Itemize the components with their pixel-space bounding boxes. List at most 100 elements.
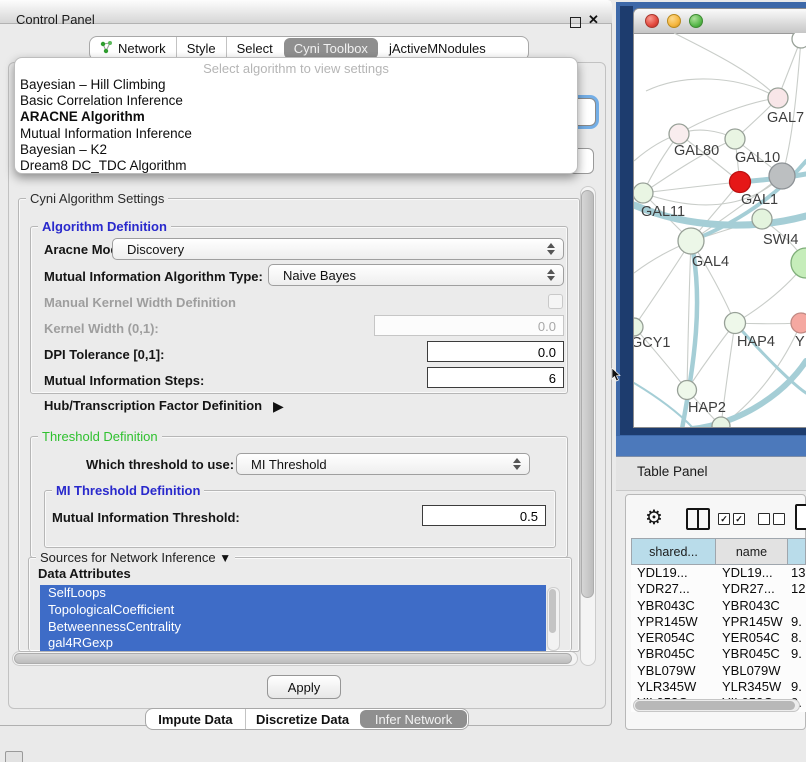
algorithm-option[interactable]: Basic Correlation Inference [15,93,577,109]
dpi-tolerance-field[interactable]: 0.0 [427,341,564,362]
mi-algorithm-type-combobox[interactable]: Naive Bayes [268,264,564,286]
collapsed-panel-button[interactable] [5,751,23,762]
tab-style-label: Style [187,41,216,56]
algorithm-option[interactable]: Dream8 DC_TDC Algorithm [15,158,577,174]
network-node[interactable] [634,318,643,336]
mi-algorithm-type-value: Naive Bayes [269,268,543,283]
table-cell: YBR043C [715,598,787,614]
attribute-list-item[interactable]: TopologicalCoefficient [40,602,546,619]
table-row[interactable]: YDL19...YDL19...13 [631,565,806,581]
network-node[interactable] [752,209,772,229]
attributes-scrollbar[interactable] [547,587,560,651]
attribute-list-item[interactable]: SelfLoops [40,585,546,602]
checked-checkbox-icon[interactable]: ✓ [718,513,730,525]
expand-caret-right-icon[interactable]: ▶ [273,398,284,415]
algorithm-option[interactable]: Bayesian – K2 [15,142,577,158]
mi-threshold-field[interactable]: 0.5 [422,505,546,526]
table-settings-gear-icon[interactable]: ⚙ [645,505,663,530]
table-row[interactable]: YBL079WYBL079W [631,663,806,679]
table-row[interactable]: YBR043CYBR043C [631,598,806,614]
unchecked-checkbox-icon[interactable] [773,513,785,525]
tab-cyni-toolbox[interactable]: Cyni Toolbox [284,38,378,59]
node-label: GAL11 [641,204,685,220]
unchecked-checkbox-icon[interactable] [758,513,770,525]
stepper-arrows-icon [543,269,559,281]
algorithm-option[interactable]: Mutual Information Inference [15,126,577,142]
attributes-scrollbar-thumb[interactable] [549,589,556,633]
table-cell [787,663,806,679]
tab-impute-data[interactable]: Impute Data [146,709,245,729]
algorithm-dropdown-popup: Select algorithm to view settings Bayesi… [14,57,578,174]
network-node[interactable] [725,313,746,334]
settings-vertical-scrollbar-thumb[interactable] [581,190,594,598]
mi-algorithm-type-label: Mutual Information Algorithm Type: [44,269,263,284]
apply-button[interactable]: Apply [267,675,341,699]
cyni-algorithm-settings-title: Cyni Algorithm Settings [26,191,168,206]
network-node[interactable] [730,172,751,193]
network-node[interactable] [634,183,653,203]
node-label: HAP4 [737,334,775,350]
tab-select-label: Select [237,41,273,56]
which-threshold-combobox[interactable]: MI Threshold [236,453,530,475]
collapse-caret-down-icon[interactable]: ▼ [219,551,231,565]
network-node[interactable] [791,248,806,278]
sources-title-text: Sources for Network Inference [40,550,216,565]
tab-infer-network-label: Infer Network [375,712,452,727]
screen: Control Panel ✕ Network Style Select Cyn… [0,0,806,762]
split-columns-icon[interactable] [686,508,710,530]
table-row[interactable]: YDR27...YDR27...12 [631,581,806,597]
network-node[interactable] [678,381,697,400]
kernel-width-field[interactable]: 0.0 [374,315,564,336]
tab-infer-network[interactable]: Infer Network [360,710,467,728]
attribute-list-item[interactable]: BetweennessCentrality [40,619,546,636]
network-node[interactable] [791,313,806,333]
data-attributes-label: Data Attributes [38,566,131,581]
network-node[interactable] [669,124,689,144]
aracne-mode-combobox[interactable]: Discovery [112,238,564,260]
table-panel-title: Table Panel [637,464,708,479]
node-label: HAP2 [688,400,726,416]
algorithm-option[interactable]: Bayesian – Hill Climbing [15,77,577,93]
column-header-partial[interactable] [787,538,806,565]
close-icon[interactable]: ✕ [588,12,599,28]
table-row[interactable]: YBR045CYBR045C9. [631,646,806,662]
column-header-name[interactable]: name [715,538,787,565]
mi-steps-field[interactable]: 6 [427,367,564,388]
network-edge [692,361,806,428]
network-canvas[interactable]: GAL7GAL80GAL10GAL1GAL11SWI4GAL4HAP4YGCY1… [634,33,806,428]
table-row[interactable]: YER054CYER054C8. [631,630,806,646]
new-table-icon-partial[interactable] [795,504,806,530]
node-label: Y [795,334,805,350]
mi-threshold-definition-title: MI Threshold Definition [52,483,204,498]
tab-discretize-data[interactable]: Discretize Data [245,709,359,729]
checked-checkbox-icon[interactable]: ✓ [733,513,745,525]
table-horizontal-scrollbar-thumb[interactable] [635,701,795,710]
node-label: GAL7 [767,110,804,126]
table-cell: 8. [787,630,806,646]
settings-horizontal-scrollbar-thumb[interactable] [14,653,572,664]
table-cell: 9. [787,679,806,695]
network-node[interactable] [769,163,795,189]
mac-close-button[interactable] [645,14,659,28]
table-row[interactable]: YLR345WYLR345W9. [631,679,806,695]
mac-zoom-button[interactable] [689,14,703,28]
node-label: GAL1 [741,192,778,208]
tab-network-label: Network [118,41,166,56]
table-cell: YPR145W [631,614,715,630]
network-window-titlebar[interactable] [634,9,806,34]
algorithm-option[interactable]: ARACNE Algorithm [15,109,577,125]
column-header-shared[interactable]: shared... [631,538,715,565]
network-edge [634,241,691,327]
attribute-list-item[interactable]: gal4RGexp [40,635,546,651]
mac-minimize-button[interactable] [667,14,681,28]
network-node[interactable] [678,228,704,254]
tab-jactivemnodules-label: jActiveMNodules [389,41,486,56]
manual-kernel-width-checkbox[interactable] [548,294,563,309]
network-node[interactable] [768,88,788,108]
network-node[interactable] [792,33,806,48]
network-node[interactable] [725,129,745,149]
stepper-arrows-icon [509,458,525,470]
network-view-window: GAL7GAL80GAL10GAL1GAL11SWI4GAL4HAP4YGCY1… [633,8,806,428]
table-row[interactable]: YPR145WYPR145W9. [631,614,806,630]
float-window-icon[interactable] [570,17,581,28]
